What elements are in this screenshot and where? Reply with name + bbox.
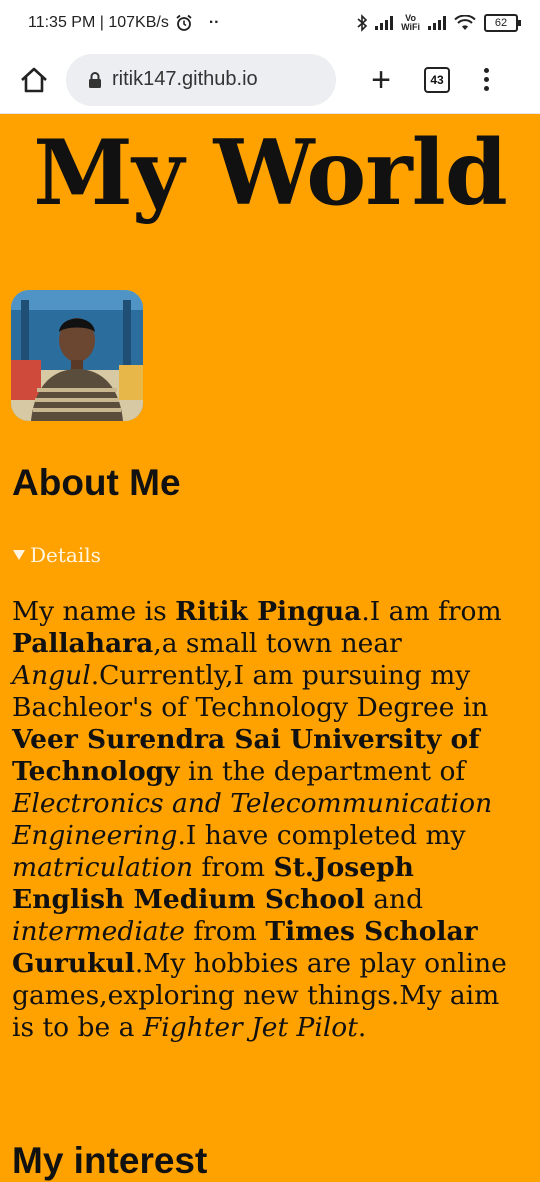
page-title: My World (33, 120, 508, 226)
new-tab-button[interactable]: + (366, 63, 396, 97)
vowifi-label: Vo WiFi (401, 13, 420, 32)
details-label: Details (30, 543, 101, 567)
home-button[interactable] (16, 62, 52, 98)
url-text: ritik147.github.io (112, 68, 258, 90)
aim-text: Fighter Jet Pilot (142, 1012, 358, 1043)
about-paragraph: My name is Ritik Pingua.I am from Pallah… (12, 596, 507, 1043)
matriculation-text: matriculation (12, 852, 194, 883)
profile-photo (11, 290, 143, 421)
status-time-speed: 11:35 PM | 107KB/s (28, 14, 169, 31)
home-icon (21, 67, 47, 92)
address-bar[interactable]: ritik147.github.io (66, 53, 336, 106)
lock-icon (88, 71, 102, 89)
town-text: Pallahara (12, 628, 154, 659)
alarm-icon (176, 14, 192, 31)
battery-level: 62 (494, 17, 508, 29)
wifi-icon (454, 15, 476, 30)
near-text: Angul (12, 660, 91, 691)
triangle-down-icon (13, 550, 25, 560)
menu-dot (484, 68, 489, 73)
menu-dot (484, 77, 489, 82)
status-bar: 11:35 PM | 107KB/s ·· Vo WiFi 62 (0, 0, 540, 46)
browser-toolbar: ritik147.github.io + 43 (0, 46, 540, 114)
tab-switcher-button[interactable]: 43 (424, 66, 450, 93)
notification-dots: ·· (208, 14, 220, 31)
intermediate-text: intermediate (12, 916, 185, 947)
more-menu-button[interactable] (484, 68, 489, 91)
signal-icon-2 (428, 16, 446, 30)
bluetooth-icon (357, 14, 368, 32)
details-toggle[interactable]: Details (12, 543, 101, 567)
about-me-heading: About Me (12, 462, 181, 503)
my-interest-heading: My interest (12, 1140, 208, 1181)
menu-dot (484, 86, 489, 91)
name-text: Ritik Pingua (175, 596, 362, 627)
battery-icon: 62 (484, 14, 521, 32)
signal-icon-1 (375, 16, 394, 30)
